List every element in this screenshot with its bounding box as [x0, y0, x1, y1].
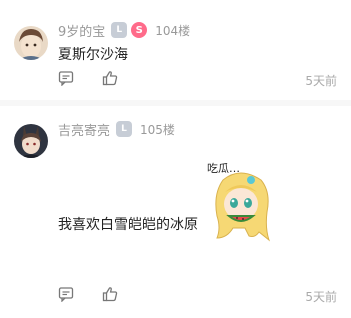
- floor-number: 104楼: [155, 23, 191, 38]
- floor-number: 105楼: [140, 122, 175, 137]
- level-badge: L: [116, 121, 133, 137]
- thumbs-up-icon[interactable]: [102, 286, 118, 302]
- avatar-image: [14, 124, 48, 158]
- comment-icon[interactable]: [58, 286, 74, 302]
- comment-meta: 9岁的宝 L S 104楼: [58, 20, 190, 40]
- comment-text: 夏斯尔沙海: [58, 47, 128, 63]
- sticker-caption: 吃瓜…: [207, 162, 240, 175]
- avatar-image: [14, 26, 48, 60]
- comment-text: 我喜欢白雪皑皑的冰原: [58, 217, 198, 233]
- comment-item-104: 9岁的宝 L S 104楼 夏斯尔沙海 5天前: [0, 0, 351, 100]
- comment-item-105: 吉亮寄亮 L 105楼 吃瓜… 我喜欢白雪皑皑的冰原 5天前: [0, 106, 351, 318]
- comment-actions: [58, 70, 146, 86]
- special-badge: S: [131, 22, 148, 38]
- comment-meta: 吉亮寄亮 L 105楼: [58, 119, 175, 139]
- anime-girl-eating-watermelon-sticker: 吃瓜…: [207, 162, 271, 242]
- username[interactable]: 9岁的宝: [58, 21, 105, 40]
- timestamp: 5天前: [305, 290, 337, 304]
- username[interactable]: 吉亮寄亮: [58, 120, 110, 139]
- comment-icon[interactable]: [58, 70, 74, 86]
- thumbs-up-icon[interactable]: [102, 70, 118, 86]
- sticker-image[interactable]: 吃瓜…: [205, 158, 275, 243]
- user-avatar[interactable]: [14, 26, 48, 60]
- user-avatar[interactable]: [14, 124, 48, 158]
- timestamp: 5天前: [305, 74, 337, 88]
- level-badge: L: [111, 22, 128, 38]
- comment-actions: [58, 286, 146, 302]
